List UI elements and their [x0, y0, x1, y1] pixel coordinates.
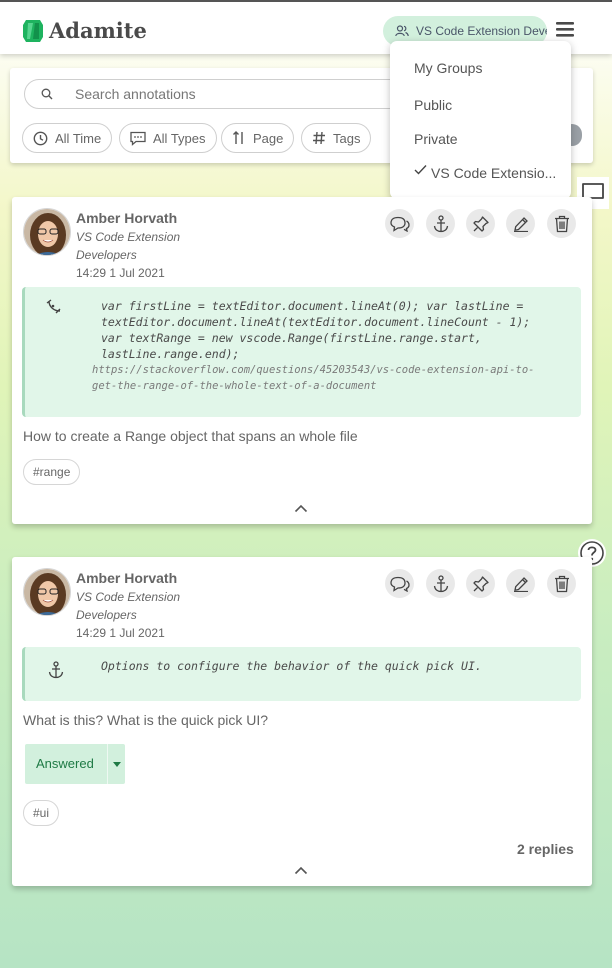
filter-time-button[interactable]: All Time [22, 123, 113, 153]
reply-button[interactable] [385, 569, 414, 598]
search-icon [41, 88, 53, 100]
hamburger-menu-icon[interactable] [556, 22, 574, 37]
delete-button[interactable] [547, 209, 576, 238]
menu-item-private[interactable]: Private [414, 131, 458, 147]
filter-page-button[interactable]: Page [221, 123, 295, 153]
filter-tags-label: Tags [333, 130, 361, 146]
source-url[interactable]: https://stackoverflow.com/questions/4520… [92, 362, 535, 378]
checkmark-icon [414, 165, 427, 175]
code-line: textEditor.document.lineAt(textEditor.do… [101, 315, 531, 329]
author-name: Amber Horvath [76, 570, 178, 586]
edit-button[interactable] [506, 209, 535, 238]
annotation-text: What is this? What is the quick pick UI? [23, 712, 269, 728]
annotation-card: Amber Horvath VS Code Extension Develope… [12, 197, 592, 524]
search-placeholder: Search annotations [75, 86, 196, 102]
code-line: lastLine.range.end); [101, 347, 240, 361]
pencil-icon [513, 576, 528, 592]
filter-types-label: All Types [153, 130, 206, 146]
menu-item-public[interactable]: Public [414, 97, 452, 113]
delete-button[interactable] [547, 569, 576, 598]
anchor-icon [48, 661, 64, 679]
filter-page-label: Page [253, 130, 284, 146]
anchor-button[interactable] [426, 209, 455, 238]
author-group-continued: Developers [76, 608, 137, 622]
replies-link[interactable]: 2 replies [517, 841, 574, 857]
author-group: VS Code Extension [76, 230, 181, 244]
edit-button[interactable] [506, 569, 535, 598]
hash-icon [313, 131, 325, 145]
filter-types-button[interactable]: All Types [119, 123, 217, 153]
chevron-up-icon[interactable] [294, 866, 308, 875]
tag-chip[interactable]: #range [23, 459, 81, 485]
anchor-snippet[interactable]: Options to configure the behavior of the… [22, 647, 581, 701]
anchor-icon [433, 214, 448, 232]
pin-button[interactable] [466, 569, 495, 598]
source-url-continued[interactable]: get-the-range-of-the-whole-text-of-a-doc… [92, 378, 376, 394]
caret-down-icon [112, 761, 121, 767]
users-icon [395, 25, 409, 37]
pencil-icon [513, 216, 528, 232]
comments-icon [389, 216, 410, 232]
timestamp: 14:29 1 Jul 2021 [76, 266, 165, 280]
code-line: var textRange = new vscode.Range(firstLi… [101, 331, 482, 345]
sort-icon [233, 131, 243, 144]
comment-dots-icon [130, 131, 146, 146]
clock-icon [33, 131, 48, 145]
anchor-button[interactable] [426, 569, 455, 598]
filter-tags-button[interactable]: Tags [301, 123, 372, 153]
trash-icon [554, 215, 569, 232]
timestamp: 14:29 1 Jul 2021 [76, 626, 165, 640]
annotation-card: Amber Horvath VS Code Extension Develope… [12, 557, 592, 886]
status-dropdown[interactable]: Answered [25, 744, 125, 784]
thumbtack-icon [472, 215, 489, 232]
comments-icon [389, 576, 410, 592]
code-line: var firstLine = textEditor.document.line… [101, 299, 524, 313]
adamite-logo-icon [23, 20, 43, 42]
group-dropdown-menu: My Groups Public Private VS Code Extensi… [390, 41, 571, 199]
annotation-text: How to create a Range object that spans … [23, 428, 358, 444]
code-line: Options to configure the behavior of the… [101, 659, 482, 673]
author-group-continued: Developers [76, 248, 137, 262]
status-label: Answered [36, 756, 94, 771]
chevron-up-icon[interactable] [294, 504, 308, 513]
reply-button[interactable] [385, 209, 414, 238]
pin-button[interactable] [466, 209, 495, 238]
author-group: VS Code Extension [76, 590, 181, 604]
anchor-icon [433, 574, 448, 592]
anchor-snippet[interactable]: var firstLine = textEditor.document.line… [22, 287, 581, 417]
menu-item-vs-code-extension[interactable]: VS Code Extensio... [431, 165, 556, 181]
group-selector-label: VS Code Extension Developers [416, 24, 547, 38]
thumbtack-icon [472, 575, 489, 592]
tag-chip[interactable]: #ui [23, 800, 60, 826]
trash-icon [554, 575, 569, 592]
search-input[interactable]: Search annotations [24, 79, 444, 109]
highlighter-icon [46, 299, 61, 314]
avatar [23, 568, 71, 616]
status-toggle[interactable] [107, 744, 125, 784]
app-name: Adamite [49, 18, 147, 43]
avatar [23, 208, 71, 256]
author-name: Amber Horvath [76, 210, 178, 226]
menu-item-my-groups[interactable]: My Groups [414, 60, 482, 76]
filter-time-label: All Time [55, 130, 102, 146]
